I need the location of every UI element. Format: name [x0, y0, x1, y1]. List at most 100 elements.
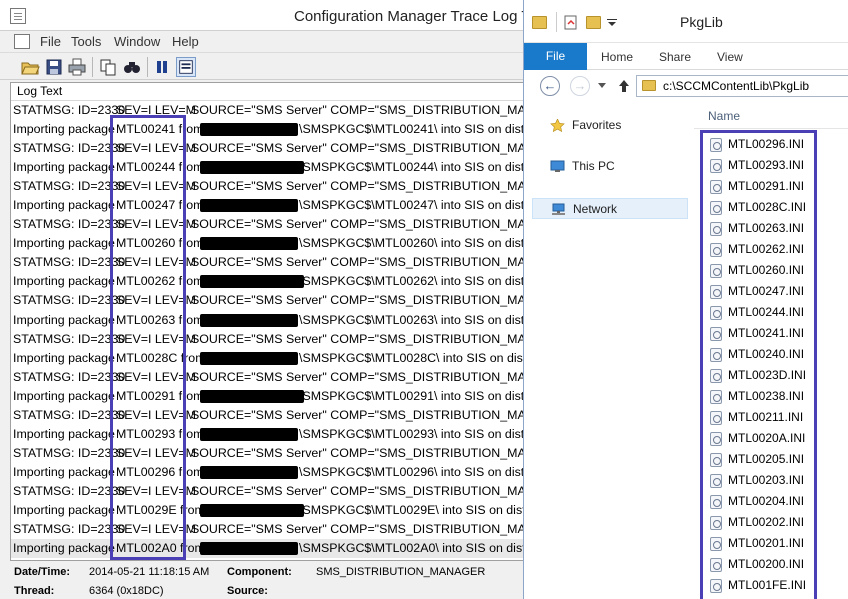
log-list[interactable]: Log Text STATMSG: ID=2330 SEV=I LEV=M SOUR… [10, 82, 560, 561]
ribbon-home-tab[interactable]: Home [601, 50, 633, 64]
trace-log-window: Configuration Manager Trace Log Tool - [… [0, 0, 848, 599]
name-column-header[interactable]: Name [694, 103, 848, 129]
log-text: Importing package [13, 464, 115, 479]
copy-icon[interactable] [98, 57, 118, 77]
app-icon [10, 8, 26, 24]
log-text: \SMSPKGC$\MTL00291\ into SIS on distribu… [299, 388, 559, 403]
redacted-server-name [200, 389, 304, 403]
toolbar-separator [147, 57, 148, 77]
log-row[interactable]: Importing package MTL0028C from \SMSPKGC$\… [11, 349, 559, 368]
menu-window[interactable]: Window [114, 34, 160, 49]
redacted-server-name [200, 275, 304, 289]
ribbon-tabs: File Home Share View [524, 43, 848, 70]
open-folder-icon[interactable] [20, 57, 40, 77]
log-row[interactable]: STATMSG: ID=2330 SEV=I LEV=M SOURCE="SMS S… [11, 330, 559, 349]
log-row[interactable]: Importing package MTL0029E from \SMSPKGC$\… [11, 501, 559, 520]
log-row[interactable]: Importing package MTL00291 from \SMSPKGC$\… [11, 387, 559, 406]
log-text: \SMSPKGC$\MTL0029E\ into SIS on distribu… [299, 502, 559, 517]
log-text: \SMSPKGC$\MTL00296\ into SIS on distribu… [299, 464, 559, 479]
log-text: SOURCE="SMS Server" COMP="SMS_DISTRIBUTI… [191, 331, 560, 346]
log-rows: STATMSG: ID=2330 SEV=I LEV=M SOURCE="SMS S… [11, 101, 559, 559]
log-text: Importing package [13, 426, 115, 441]
ribbon-file-tab[interactable]: File [524, 43, 587, 70]
address-field[interactable]: c:\SCCMContentLib\PkgLib [636, 75, 848, 97]
log-row[interactable]: Importing package MTL00241 from \SMSPKGC$\… [11, 120, 559, 139]
new-folder-icon[interactable] [586, 16, 601, 29]
mdi-doc-icon[interactable] [14, 34, 30, 49]
back-button[interactable]: ← [540, 76, 560, 96]
log-text-header[interactable]: Log Text [11, 83, 559, 101]
log-text: SOURCE="SMS Server" COMP="SMS_DISTRIBUTI… [191, 103, 560, 117]
log-row[interactable]: STATMSG: ID=2330 SEV=I LEV=M SOURCE="SMS S… [11, 215, 559, 234]
nav-label: Favorites [572, 118, 622, 132]
log-text: SOURCE="SMS Server" COMP="SMS_DISTRIBUTI… [191, 293, 560, 308]
forward-button[interactable]: → [570, 76, 590, 96]
log-row[interactable]: Importing package MTL00247 from \SMSPKGC$\… [11, 196, 559, 215]
log-text: \SMSPKGC$\MTL00247\ into SIS on distribu… [299, 198, 559, 213]
log-text: SOURCE="SMS Server" COMP="SMS_DISTRIBUTI… [191, 445, 560, 460]
log-row[interactable]: Importing package MTL00262 from \SMSPKGC$\… [11, 272, 559, 291]
log-text: STATMSG: ID=2330 [13, 369, 126, 384]
log-text: Importing package [13, 388, 115, 403]
nav-item-this-pc[interactable]: This PC [532, 156, 688, 177]
redacted-server-name [200, 313, 298, 327]
log-text: STATMSG: ID=2330 [13, 141, 126, 156]
log-row[interactable]: Importing package MTL00296 from \SMSPKGC$\… [11, 463, 559, 482]
navigation-pane: Favorites This PC Network [524, 103, 694, 599]
log-text: \SMSPKGC$\MTL00260\ into SIS on distribu… [299, 236, 559, 251]
log-text: \SMSPKGC$\MTL00241\ into SIS on distribu… [299, 122, 559, 137]
log-text: STATMSG: ID=2330 [13, 179, 126, 194]
log-row[interactable]: Importing package MTL00244 from \SMSPKGC$\… [11, 158, 559, 177]
log-row[interactable]: STATMSG: ID=2330 SEV=I LEV=M SOURCE="SMS S… [11, 368, 559, 387]
log-text: Importing package [13, 312, 115, 327]
log-row[interactable]: Importing package MTL00260 from \SMSPKGC$\… [11, 234, 559, 253]
log-text: SOURCE="SMS Server" COMP="SMS_DISTRIBUTI… [191, 179, 560, 194]
recent-locations-icon[interactable] [598, 83, 606, 89]
log-text: Importing package [13, 122, 115, 137]
log-text: \SMSPKGC$\MTL00244\ into SIS on distribu… [299, 160, 559, 175]
log-row[interactable]: STATMSG: ID=2330 SEV=I LEV=M SOURCE="SMS S… [11, 482, 559, 501]
save-icon[interactable] [44, 57, 64, 77]
explorer-title: PkgLib [680, 14, 723, 30]
toolbar [0, 52, 560, 80]
up-arrow-icon[interactable] [618, 79, 630, 93]
log-row[interactable]: Importing package MTL002A0 from \SMSPKGC$\… [11, 539, 559, 559]
log-row[interactable]: STATMSG: ID=2330 SEV=I LEV=M SOURCE="SMS S… [11, 177, 559, 196]
redacted-server-name [200, 503, 304, 517]
menu-bar: File Tools Window Help [0, 31, 560, 52]
find-icon[interactable] [122, 57, 142, 77]
log-text: STATMSG: ID=2330 [13, 331, 126, 346]
pause-icon[interactable] [152, 57, 172, 77]
log-row[interactable]: STATMSG: ID=2330 SEV=I LEV=M SOURCE="SMS S… [11, 520, 559, 539]
nav-item-network[interactable]: Network [532, 198, 688, 219]
log-row[interactable]: Importing package MTL00263 from \SMSPKGC$\… [11, 311, 559, 330]
log-row[interactable]: STATMSG: ID=2330 SEV=I LEV=M SOURCE="SMS S… [11, 139, 559, 158]
log-row[interactable]: STATMSG: ID=2330 SEV=I LEV=M SOURCE="SMS S… [11, 101, 559, 120]
menu-file[interactable]: File [40, 34, 61, 49]
ribbon-view-tab[interactable]: View [717, 50, 743, 64]
details-pane: Date/Time: 2014-05-21 11:18:15 AM Compon… [0, 561, 560, 599]
menu-tools[interactable]: Tools [71, 34, 101, 49]
toolbar-separator [92, 57, 93, 77]
log-text: SOURCE="SMS Server" COMP="SMS_DISTRIBUTI… [191, 255, 560, 270]
log-row[interactable]: STATMSG: ID=2330 SEV=I LEV=M SOURCE="SMS S… [11, 253, 559, 272]
log-row[interactable]: STATMSG: ID=2330 SEV=I LEV=M SOURCE="SMS S… [11, 406, 559, 425]
ribbon-share-tab[interactable]: Share [659, 50, 691, 64]
computer-icon [550, 160, 565, 172]
component-label: Component: [227, 566, 292, 578]
log-text: \SMSPKGC$\MTL00262\ into SIS on distribu… [299, 274, 559, 289]
info-pane-icon[interactable] [176, 57, 196, 77]
redacted-server-name [200, 351, 298, 365]
log-text: Importing package [13, 350, 115, 365]
nav-item-favorites[interactable]: Favorites [532, 115, 688, 136]
log-row[interactable]: Importing package MTL00293 from \SMSPKGC$\… [11, 425, 559, 444]
menu-help[interactable]: Help [172, 34, 199, 49]
log-text: SOURCE="SMS Server" COMP="SMS_DISTRIBUTI… [191, 369, 560, 384]
print-icon[interactable] [67, 57, 87, 77]
log-row[interactable]: STATMSG: ID=2330 SEV=I LEV=M SOURCE="SMS S… [11, 444, 559, 463]
log-text: Importing package [13, 236, 115, 251]
properties-icon[interactable] [564, 15, 578, 30]
log-text: \SMSPKGC$\MTL00263\ into SIS on distribu… [299, 312, 559, 327]
qat-dropdown-icon[interactable] [606, 19, 618, 27]
log-row[interactable]: STATMSG: ID=2330 SEV=I LEV=M SOURCE="SMS S… [11, 291, 559, 310]
